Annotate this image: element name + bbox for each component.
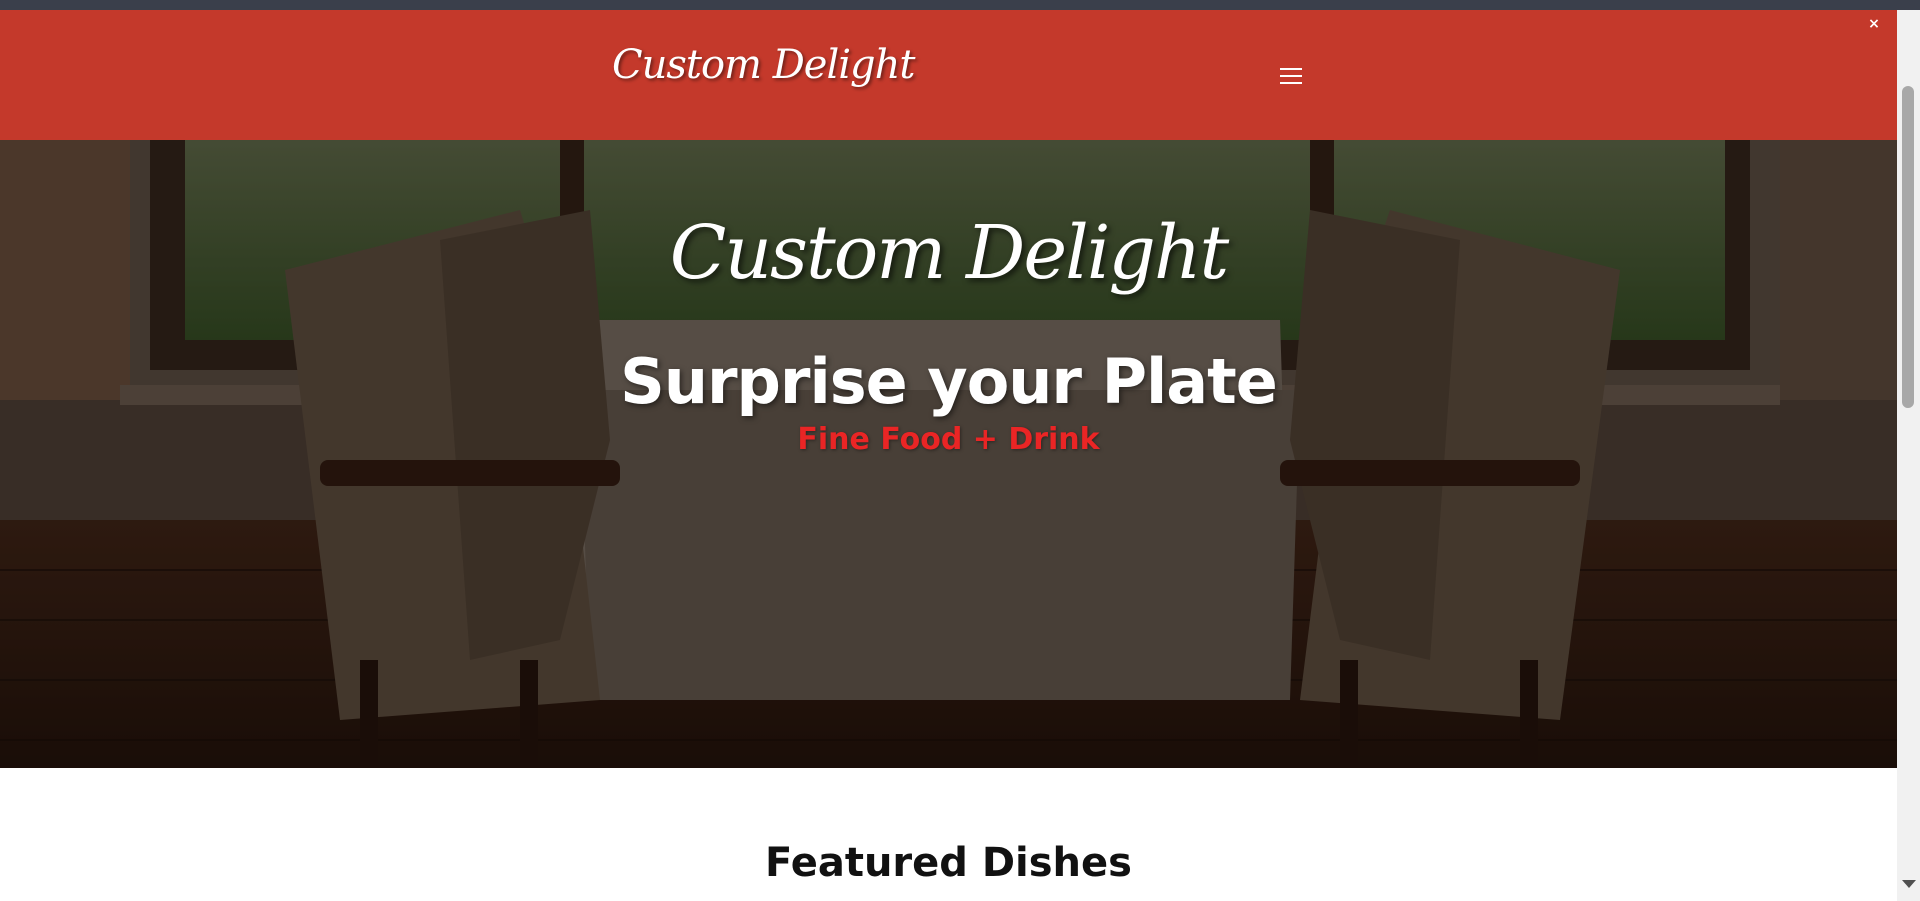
close-button[interactable]: × [1864, 14, 1884, 34]
hero-script-title: Custom Delight [669, 210, 1229, 296]
window-top-strip [0, 0, 1920, 10]
featured-dishes-section: Featured Dishes [0, 768, 1897, 901]
hamburger-menu-icon[interactable] [1280, 66, 1302, 86]
scroll-down-arrow-icon[interactable] [1902, 880, 1916, 888]
menu-line [1280, 68, 1302, 70]
featured-dishes-heading: Featured Dishes [765, 840, 1132, 886]
menu-line [1280, 75, 1302, 77]
hero-section: Custom Delight Surprise your Plate Fine … [0, 140, 1897, 768]
site-logo[interactable]: Custom Delight [612, 42, 915, 88]
scrollbar-thumb[interactable] [1902, 86, 1914, 408]
menu-line [1280, 82, 1302, 84]
hero-headline: Surprise your Plate [620, 345, 1278, 418]
hero-tagline: Fine Food + Drink [797, 422, 1100, 457]
navbar: Custom Delight [0, 10, 1897, 140]
